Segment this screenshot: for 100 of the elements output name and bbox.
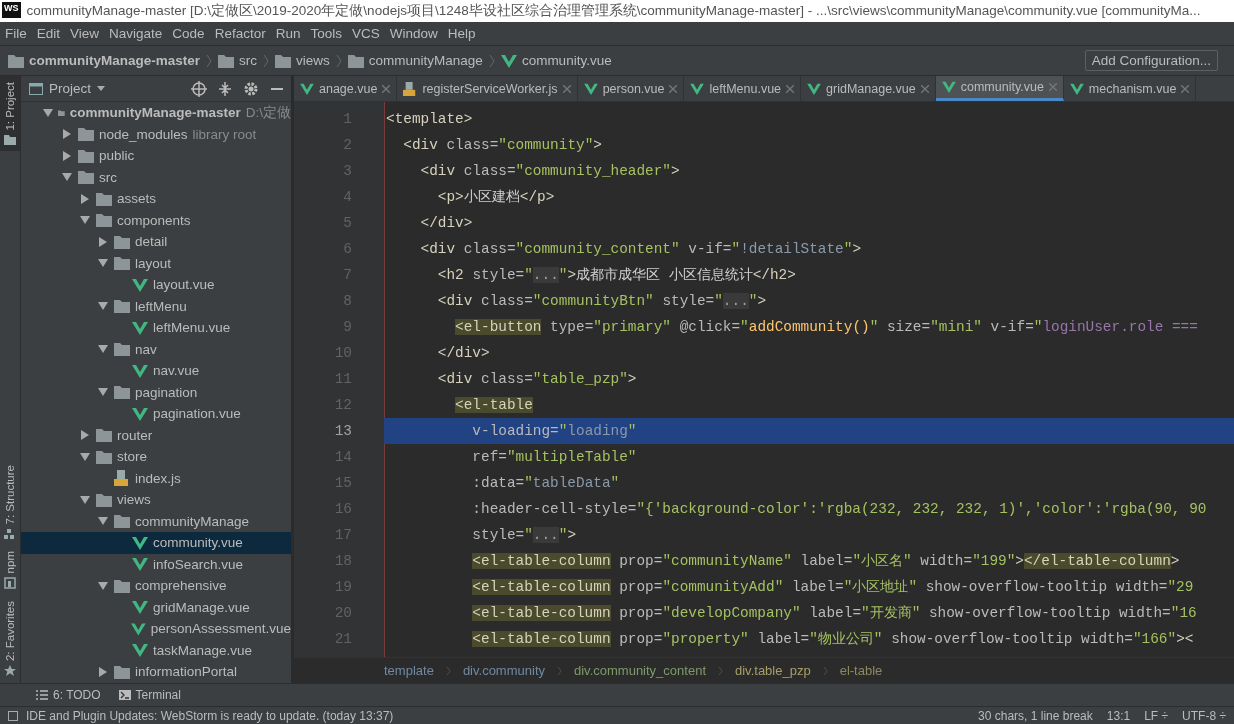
close-icon[interactable] [920,84,929,93]
code-line: <el-table-column prop="property" label="物业公司" show-overflow-tooltip width="166">< [471,630,1195,649]
editor-tab[interactable]: person.vue [577,76,685,101]
status-message[interactable]: IDE and Plugin Updates: WebStorm is ready to update. (today 13:37) [26,708,394,723]
expanded-arrow-icon[interactable] [98,517,108,526]
tool-window-tab[interactable]: 1: Project [0,76,20,151]
breadcrumb-item[interactable]: views [275,53,330,68]
square-icon[interactable] [8,710,18,721]
tag-breadcrumb[interactable]: div.community [462,663,545,678]
add-configuration-button[interactable]: Add Configuration... [1084,50,1218,71]
tree-item[interactable]: assets [21,188,291,210]
tree-item[interactable]: communityManage [21,510,291,532]
tree-item[interactable]: infoSearch.vue [21,553,291,575]
expanded-arrow-icon[interactable] [43,108,53,117]
line-separator[interactable]: LF ÷ [1144,708,1169,723]
tree-item[interactable]: detail [21,231,291,253]
settings-icon[interactable] [243,80,259,97]
expanded-arrow-icon[interactable] [98,345,108,354]
expanded-arrow-icon[interactable] [62,173,72,182]
collapsed-arrow-icon[interactable] [81,430,89,441]
menu-item[interactable]: Edit [36,26,61,41]
collapse-all-icon[interactable] [217,80,233,97]
tree-item[interactable]: taskManage.vue [21,639,291,661]
editor-tab[interactable]: gridManage.vue [801,76,936,101]
tree-item[interactable]: index.js [21,467,291,489]
expanded-arrow-icon[interactable] [98,259,108,268]
close-icon[interactable] [382,84,391,93]
tree-item[interactable]: leftMenu.vue [21,317,291,339]
tool-window-tab[interactable]: 2: Favorites [0,594,20,683]
collapsed-arrow-icon[interactable] [99,236,107,247]
menu-item[interactable]: Window [389,26,438,41]
folder-icon [96,213,112,228]
tree-item[interactable]: personAssessment.vue [21,618,291,640]
menu-item[interactable]: Navigate [109,26,163,41]
breadcrumb-item[interactable]: src [218,53,258,68]
menu-item[interactable]: Code [172,26,205,41]
breadcrumb-item[interactable]: communityManage-master [8,53,201,68]
crosshair-icon[interactable] [191,80,207,97]
tree-item[interactable]: router [21,424,291,446]
editor-tab[interactable]: community.vue [935,76,1064,101]
editor-tab[interactable]: anage.vue [294,76,398,101]
tool-window-tab[interactable]: 7: Structure [0,459,20,545]
close-icon[interactable] [1181,84,1190,93]
tree-item[interactable]: nav.vue [21,360,291,382]
tree-item[interactable]: nav [21,338,291,360]
menu-item[interactable]: VCS [351,26,380,41]
tree-item[interactable]: comprehensive [21,575,291,597]
collapsed-arrow-icon[interactable] [81,193,89,204]
close-icon[interactable] [562,84,571,93]
expanded-arrow-icon[interactable] [80,495,90,504]
collapsed-arrow-icon[interactable] [63,150,71,161]
tree-item[interactable]: node_modules library root [21,123,291,145]
folder-icon [114,256,130,271]
tool-window-button[interactable]: 6: TODO [36,688,101,702]
expanded-arrow-icon[interactable] [98,302,108,311]
tree-item[interactable]: store [21,446,291,468]
tree-item[interactable]: leftMenu [21,295,291,317]
tree-item[interactable]: views [21,489,291,511]
tree-item[interactable]: pagination [21,381,291,403]
tree-item[interactable]: informationPortal [21,661,291,683]
close-icon[interactable] [786,84,795,93]
tool-window-button[interactable]: Terminal [118,688,181,702]
expanded-arrow-icon[interactable] [80,452,90,461]
tag-breadcrumb[interactable]: div.table_pzp [735,663,811,678]
tree-item[interactable]: public [21,145,291,167]
editor-tab[interactable]: mechanism.vue [1063,76,1197,101]
folder-icon [96,449,112,464]
caret-position[interactable]: 13:1 [1106,708,1131,723]
folder-icon [96,492,112,507]
tag-breadcrumb[interactable]: el-table [839,663,883,678]
file-encoding[interactable]: UTF-8 ÷ [1182,708,1226,723]
breadcrumb-item[interactable]: communityManage [347,53,483,68]
tree-item[interactable]: pagination.vue [21,403,291,425]
tag-breadcrumb[interactable]: div.community_content [574,663,706,678]
expanded-arrow-icon[interactable] [98,581,108,590]
expanded-arrow-icon[interactable] [80,216,90,225]
menu-item[interactable]: Run [275,26,301,41]
menu-item[interactable]: Tools [310,26,342,41]
tree-item[interactable]: src [21,166,291,188]
breadcrumb-item[interactable]: community.vue [500,53,612,68]
tree-item[interactable]: gridManage.vue [21,596,291,618]
tree-item[interactable]: layout [21,252,291,274]
menu-item[interactable]: View [70,26,100,41]
tree-item[interactable]: components [21,209,291,231]
editor-tab[interactable]: leftMenu.vue [684,76,802,101]
tool-window-tab[interactable]: npm [0,544,20,595]
expanded-arrow-icon[interactable] [98,388,108,397]
menu-item[interactable]: Help [447,26,476,41]
collapsed-arrow-icon[interactable] [63,129,71,140]
editor-tab[interactable]: registerServiceWorker.js [397,76,578,101]
project-view-dropdown[interactable]: Project [29,81,106,96]
collapsed-arrow-icon[interactable] [99,666,107,677]
tree-item[interactable]: layout.vue [21,274,291,296]
tree-item[interactable]: communityManage-master D:\定做 [21,102,291,124]
close-icon[interactable] [669,84,678,93]
tag-breadcrumb[interactable]: template [384,663,434,678]
menu-item[interactable]: File [5,26,27,41]
code-line: :header-cell-style="{'background-color':'rgba(232, 232, 232, 1)','color':'rgba(90, 90 [471,500,1208,519]
tree-item[interactable]: community.vue [21,532,291,554]
menu-item[interactable]: Refactor [214,26,266,41]
